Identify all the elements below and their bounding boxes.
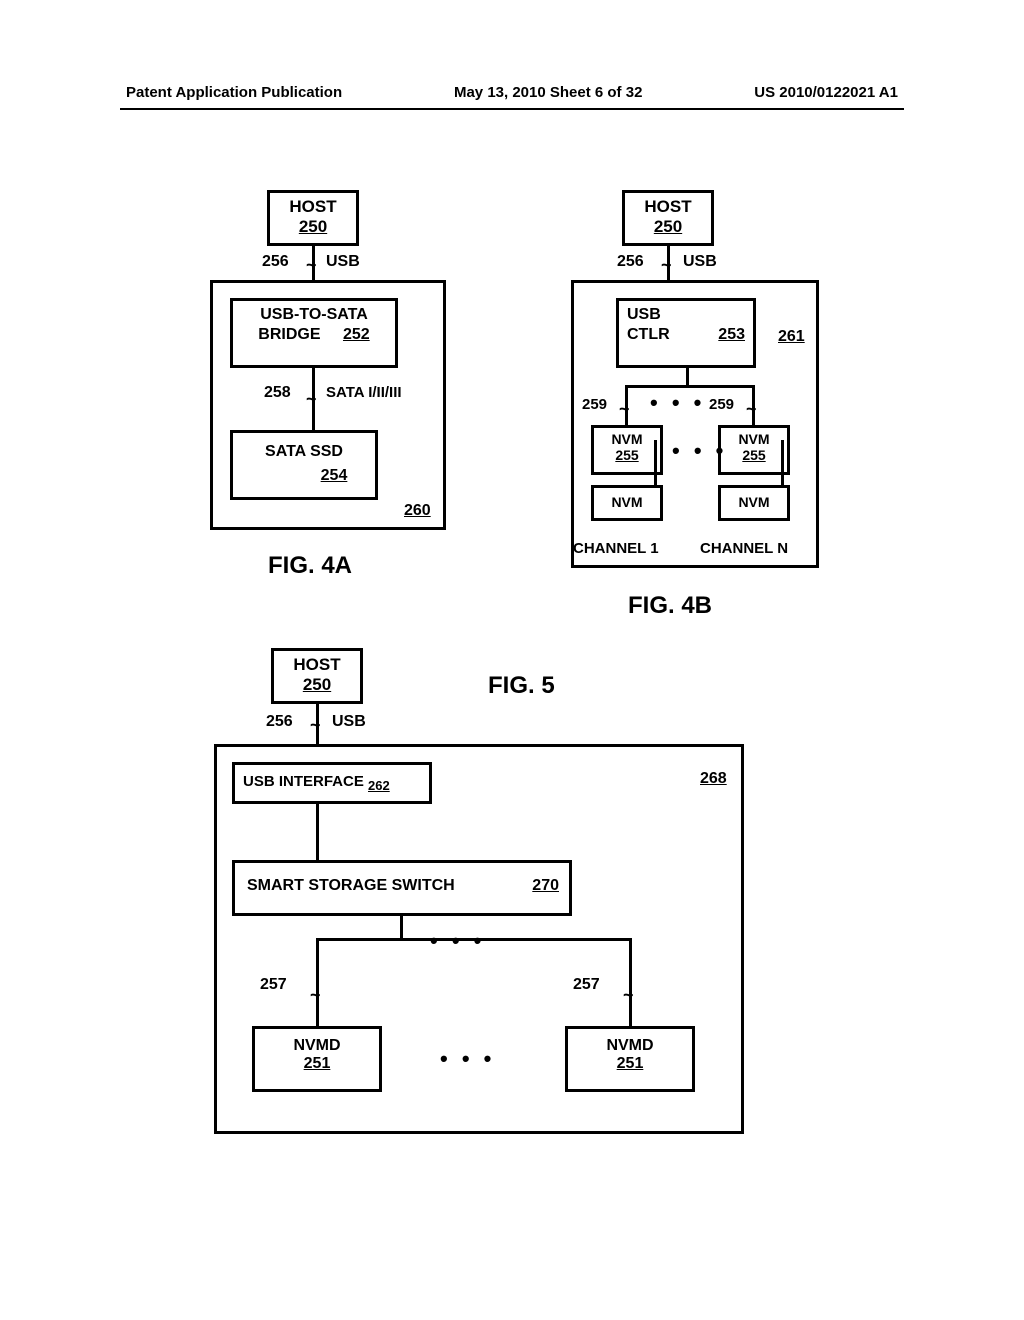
fig4a-usb-ref: 256 bbox=[262, 253, 289, 271]
fig5-br2 bbox=[629, 938, 632, 1028]
fig5-switch-box: SMART STORAGE SWITCH 270 bbox=[232, 860, 572, 916]
fig5-nvmd1-label: NVMD bbox=[293, 1037, 340, 1054]
fig5-sw-down bbox=[400, 916, 403, 940]
fig4b-ch1: CHANNEL 1 bbox=[573, 540, 659, 557]
fig5-dots-top: • • • bbox=[430, 928, 485, 954]
fig4b-caption: FIG. 4B bbox=[628, 592, 712, 620]
fig4a-bridge-l2: BRIDGE bbox=[258, 326, 320, 343]
fig4a-caption: FIG. 4A bbox=[268, 552, 352, 580]
fig5-sq1: ~ bbox=[310, 990, 321, 1000]
fig4b-nvm1b: NVM bbox=[591, 485, 663, 521]
fig4b-sq2: ~ bbox=[746, 404, 757, 414]
fig4b-nvmNb: NVM bbox=[718, 485, 790, 521]
header-rule bbox=[120, 108, 904, 110]
fig4b-h1 bbox=[625, 385, 755, 388]
fig4b-chref2: 259 bbox=[709, 396, 734, 413]
fig5-cref1: 257 bbox=[260, 976, 287, 994]
fig5-usb-squiggle: ~ bbox=[310, 720, 321, 730]
fig4b-usb-ref: 256 bbox=[617, 253, 644, 271]
fig5-switch-ref: 270 bbox=[532, 877, 559, 895]
fig4b-chn: CHANNEL N bbox=[700, 540, 788, 557]
fig5-nvmd2-label: NVMD bbox=[606, 1037, 653, 1054]
fig5-usbif-box: USB INTERFACE 262 bbox=[232, 762, 432, 804]
fig4a-bridge-ref: 252 bbox=[343, 326, 370, 343]
fig5-nvmd2: NVMD 251 bbox=[565, 1026, 695, 1092]
fig5-usb-label: USB bbox=[332, 713, 366, 731]
fig4b-nvmNa-label: NVM bbox=[738, 431, 769, 447]
fig4b-usb-squiggle: ~ bbox=[661, 260, 672, 270]
fig5-nvmd1: NVMD 251 bbox=[252, 1026, 382, 1092]
fig4a-host-label: HOST bbox=[289, 197, 336, 216]
fig4b-nvm1a-label: NVM bbox=[611, 431, 642, 447]
fig4b-nvmNa: NVM 255 bbox=[718, 425, 790, 475]
fig5-usbif-label: USB INTERFACE bbox=[243, 773, 364, 790]
fig5-host-box: HOST 250 bbox=[271, 648, 363, 704]
fig4b-dots-top: • • • bbox=[650, 390, 705, 416]
fig4b-nvmNa-ref: 255 bbox=[742, 447, 765, 463]
fig4b-dots-mid: • • • bbox=[672, 438, 727, 464]
fig5-usbif-ref: 262 bbox=[368, 778, 390, 793]
fig4a-sata-squiggle: ~ bbox=[306, 394, 317, 404]
fig4b-ctlr-l1: USB bbox=[627, 306, 661, 323]
fig5-caption: FIG. 5 bbox=[488, 672, 555, 700]
fig4b-nvm1b-label: NVM bbox=[611, 494, 642, 510]
header-left: Patent Application Publication bbox=[126, 84, 342, 101]
fig5-outer-ref: 268 bbox=[700, 770, 727, 788]
fig4a-ssd-label: SATA SSD bbox=[265, 443, 343, 460]
fig5-br1 bbox=[316, 938, 319, 1028]
fig4b-nvmNb-label: NVM bbox=[738, 494, 769, 510]
fig4a-ssd-ref: 254 bbox=[321, 467, 348, 485]
fig4b-outer-ref: 261 bbox=[778, 328, 805, 346]
fig4a-bridge-l1: USB-TO-SATA bbox=[260, 306, 368, 323]
fig5-dots-mid: • • • bbox=[440, 1046, 495, 1072]
fig5-cref2: 257 bbox=[573, 976, 600, 994]
fig4a-usb-label: USB bbox=[326, 253, 360, 271]
fig5-nvmd1-ref: 251 bbox=[304, 1055, 331, 1072]
fig5-switch-label: SMART STORAGE SWITCH bbox=[247, 877, 455, 894]
fig4a-usb-squiggle: ~ bbox=[306, 260, 317, 270]
header-center: May 13, 2010 Sheet 6 of 32 bbox=[454, 84, 642, 101]
fig4b-nvm1a: NVM 255 bbox=[591, 425, 663, 475]
fig4b-host-ref: 250 bbox=[654, 217, 682, 236]
fig5-host-ref: 250 bbox=[303, 675, 331, 694]
fig4a-ssd-box: SATA SSD 254 bbox=[230, 430, 378, 500]
fig4b-v0 bbox=[686, 368, 689, 388]
fig4a-sata-ref: 258 bbox=[264, 384, 291, 402]
header-right: US 2010/0122021 A1 bbox=[754, 84, 898, 101]
fig5-usb-ref: 256 bbox=[266, 713, 293, 731]
fig4b-chref1: 259 bbox=[582, 396, 607, 413]
fig4a-bridge-box: USB-TO-SATA BRIDGE 252 bbox=[230, 298, 398, 368]
fig4b-ctlr-l2: CTLR bbox=[627, 326, 670, 343]
fig5-nvmd2-ref: 251 bbox=[617, 1055, 644, 1072]
fig5-host-label: HOST bbox=[293, 655, 340, 674]
fig4b-nvm1a-ref: 255 bbox=[615, 447, 638, 463]
fig4b-host-label: HOST bbox=[644, 197, 691, 216]
fig4b-ctlr-box: USB CTLR 253 bbox=[616, 298, 756, 368]
fig4b-host-box: HOST 250 bbox=[622, 190, 714, 246]
fig4a-host-ref: 250 bbox=[299, 217, 327, 236]
page-header: Patent Application Publication May 13, 2… bbox=[126, 84, 898, 101]
fig4b-ctlr-ref: 253 bbox=[718, 325, 745, 345]
fig4a-outer-ref: 260 bbox=[404, 502, 431, 520]
fig4b-usb-label: USB bbox=[683, 253, 717, 271]
fig4a-sata-label: SATA I/II/III bbox=[326, 384, 402, 401]
fig4b-sq1: ~ bbox=[619, 404, 630, 414]
fig5-sq2: ~ bbox=[623, 990, 634, 1000]
fig5-if-sw-line bbox=[316, 804, 319, 862]
fig4a-host-box: HOST 250 bbox=[267, 190, 359, 246]
